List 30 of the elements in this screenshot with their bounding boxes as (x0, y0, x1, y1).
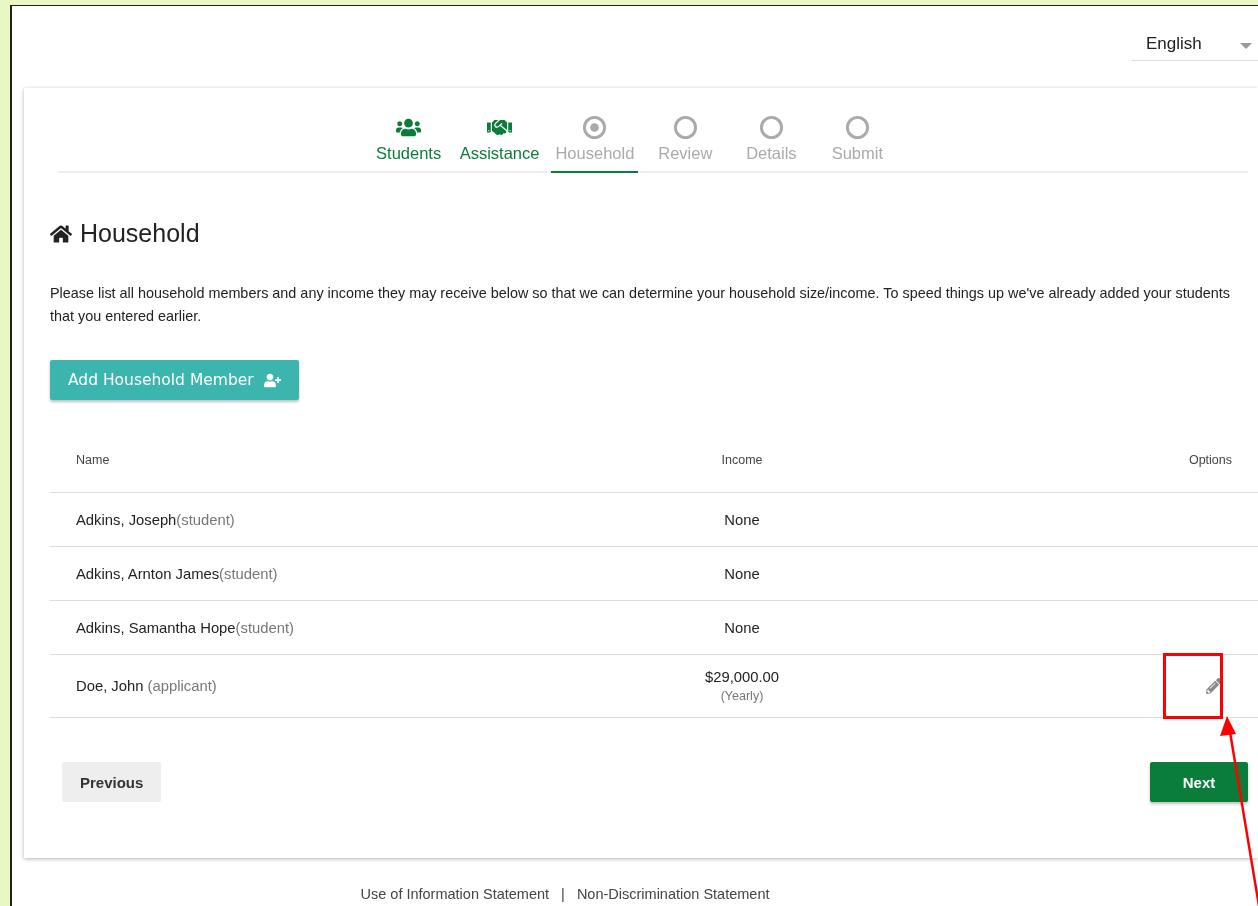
income-cell: $29,000.00 (704, 669, 780, 685)
income-period: (Yearly) (720, 689, 764, 703)
circle-icon (758, 114, 784, 140)
column-header: Name (76, 453, 110, 467)
radio-icon (582, 114, 608, 140)
income-cell: None (724, 565, 760, 582)
language-select[interactable]: English (1132, 30, 1258, 61)
name-cell: Adkins, Joseph(student) (76, 511, 235, 528)
step-tab[interactable]: Students (369, 108, 448, 173)
step-tab[interactable]: Assistance (455, 108, 544, 173)
column-header: Income (721, 453, 763, 467)
name-cell: Doe, John (applicant) (76, 678, 217, 694)
next-button[interactable]: Next (1150, 762, 1248, 802)
income-cell: None (724, 511, 760, 528)
footer-link[interactable]: Use of Information Statement (360, 886, 550, 902)
home-icon (50, 222, 72, 245)
intro-text: Please list all household members and any income they may receive below so that we can determine your household size/income. To speed things up we've already added your students that you entered earlier. (50, 284, 1231, 326)
add-user-icon (263, 371, 281, 389)
footer-link[interactable]: Non-Discrimination Statement (576, 886, 770, 902)
circle-icon (844, 114, 870, 140)
footer-separator: | (561, 886, 565, 902)
column-header: Options (1188, 453, 1232, 467)
caret-icon (1240, 42, 1252, 50)
name-cell: Adkins, Samantha Hope(student) (76, 619, 294, 636)
income-cell: None (724, 619, 760, 636)
highlight-box (1163, 653, 1223, 719)
previous-button[interactable]: Previous (62, 762, 162, 802)
name-cell: Adkins, Arnton James(student) (76, 565, 278, 582)
page-title: Household (80, 219, 200, 248)
circle-icon (672, 114, 698, 140)
